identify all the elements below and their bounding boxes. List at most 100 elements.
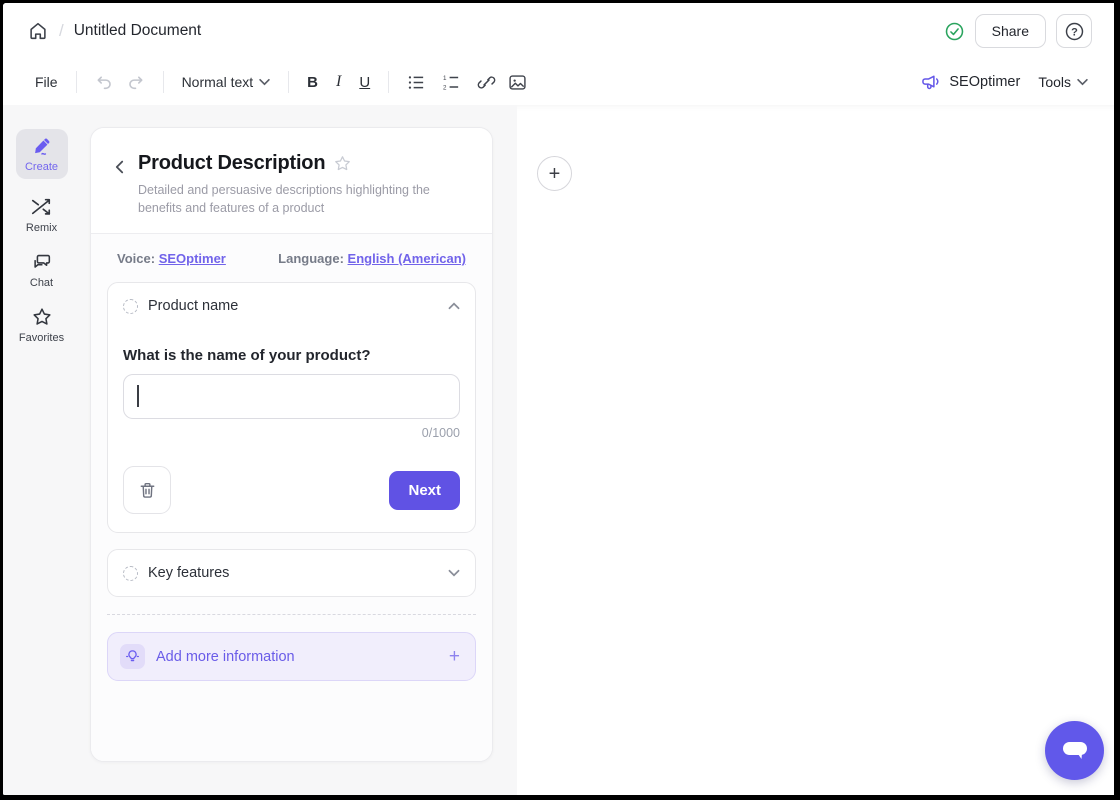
home-button[interactable] [27,20,49,42]
redo-icon [126,73,145,92]
panel-header: Product Description Detailed and persuas… [91,128,492,233]
add-more-label: Add more information [156,649,295,665]
product-name-card-body: What is the name of your product? 0/1000 [108,329,475,532]
template-panel-column: Product Description Detailed and persuas… [80,105,517,795]
panel-body: Voice: SEOptimer Language: English (Amer… [91,233,492,761]
pen-icon [31,136,52,157]
product-name-card-header[interactable]: Product name [108,283,475,329]
delete-section-button[interactable] [123,466,171,514]
numbered-list-icon: 12 [442,73,461,92]
insert-image-button[interactable] [502,69,533,96]
star-icon [31,306,53,328]
tools-label: Tools [1038,74,1071,90]
help-button[interactable]: ? [1056,14,1092,48]
undo-button[interactable] [89,69,120,96]
italic-button[interactable]: I [330,69,347,95]
language-setting: Language: English (American) [278,251,466,266]
incomplete-status-icon [123,566,138,581]
svg-text:2: 2 [443,84,447,91]
question-text: What is the name of your product? [123,347,460,364]
sidebar-item-create[interactable]: Create [16,129,68,179]
link-icon [477,73,496,92]
key-features-card-header[interactable]: Key features [108,550,475,596]
toolbar-separator [163,71,164,93]
file-menu-button[interactable]: File [29,70,64,94]
favorite-star-icon[interactable] [333,154,352,173]
voice-label: Voice: [117,251,155,266]
lightbulb-icon [120,644,145,669]
sidebar-item-label: Favorites [19,332,64,344]
top-bar: / Untitled Document Share ? [3,3,1114,59]
bullet-list-button[interactable] [401,69,432,96]
document-title[interactable]: Untitled Document [74,22,202,40]
speech-bubble-icon [1061,738,1089,763]
section-card-product-name: Product name What is the name of your pr… [107,282,476,533]
chevron-down-icon[interactable] [448,569,460,577]
redo-button[interactable] [120,69,151,96]
text-caret [137,385,139,407]
add-block-button[interactable]: + [537,156,572,191]
text-style-dropdown[interactable]: Normal text [176,70,277,94]
language-link[interactable]: English (American) [348,251,466,266]
trash-icon [138,481,157,500]
char-counter: 0/1000 [123,426,460,440]
megaphone-icon [921,73,942,92]
insert-link-button[interactable] [471,69,502,96]
chevron-down-icon [259,78,270,86]
chevron-down-icon [1077,78,1088,86]
next-button[interactable]: Next [389,471,460,510]
editor-toolbar: File Normal text B I U [3,59,1114,105]
left-sidebar: Create Remix Chat Favorites [3,105,80,795]
home-icon [27,20,49,42]
voice-setting: Voice: SEOptimer [117,251,226,266]
sidebar-item-chat[interactable]: Chat [30,251,53,289]
main-content: Create Remix Chat Favorites [3,105,1114,795]
text-style-value: Normal text [182,74,254,90]
sidebar-item-favorites[interactable]: Favorites [19,306,64,344]
incomplete-status-icon [123,299,138,314]
underline-button[interactable]: U [353,70,376,95]
sidebar-item-label: Chat [30,277,53,289]
brand-voice-label: SEOptimer [949,74,1020,90]
chevron-up-icon[interactable] [448,302,460,310]
breadcrumb-separator: / [59,21,64,41]
section-card-key-features: Key features [107,549,476,597]
shuffle-icon [30,196,52,218]
sidebar-item-remix[interactable]: Remix [26,196,57,234]
saved-check-icon [944,21,965,42]
dashed-divider [107,614,476,615]
undo-icon [95,73,114,92]
chat-icon [31,251,53,273]
product-name-input[interactable] [123,374,460,419]
sidebar-item-label: Remix [26,222,57,234]
bold-button[interactable]: B [301,70,324,95]
numbered-list-button[interactable]: 12 [436,69,467,96]
share-button[interactable]: Share [975,14,1046,48]
brand-voice-button[interactable]: SEOptimer [921,73,1020,92]
template-title: Product Description [138,152,325,175]
bullet-list-icon [407,73,426,92]
voice-link[interactable]: SEOptimer [159,251,226,266]
chevron-left-icon [115,160,124,174]
app-window: / Untitled Document Share ? File [0,0,1120,800]
template-panel: Product Description Detailed and persuas… [90,127,493,762]
language-label: Language: [278,251,344,266]
sidebar-item-label: Create [25,161,58,173]
svg-text:1: 1 [443,74,447,81]
plus-icon: + [449,647,460,666]
svg-text:?: ? [1071,26,1078,38]
add-more-information-button[interactable]: Add more information + [107,632,476,681]
image-icon [508,73,527,92]
help-icon: ? [1064,21,1085,42]
toolbar-separator [76,71,77,93]
back-button[interactable] [111,154,128,180]
template-subtitle: Detailed and persuasive descriptions hig… [138,181,472,217]
support-chat-button[interactable] [1045,721,1104,780]
toolbar-separator [388,71,389,93]
toolbar-separator [288,71,289,93]
section-title: Product name [148,298,238,314]
tools-dropdown[interactable]: Tools [1038,74,1088,90]
document-canvas[interactable]: + [517,105,1114,795]
voice-language-row: Voice: SEOptimer Language: English (Amer… [107,251,476,266]
section-title: Key features [148,565,229,581]
